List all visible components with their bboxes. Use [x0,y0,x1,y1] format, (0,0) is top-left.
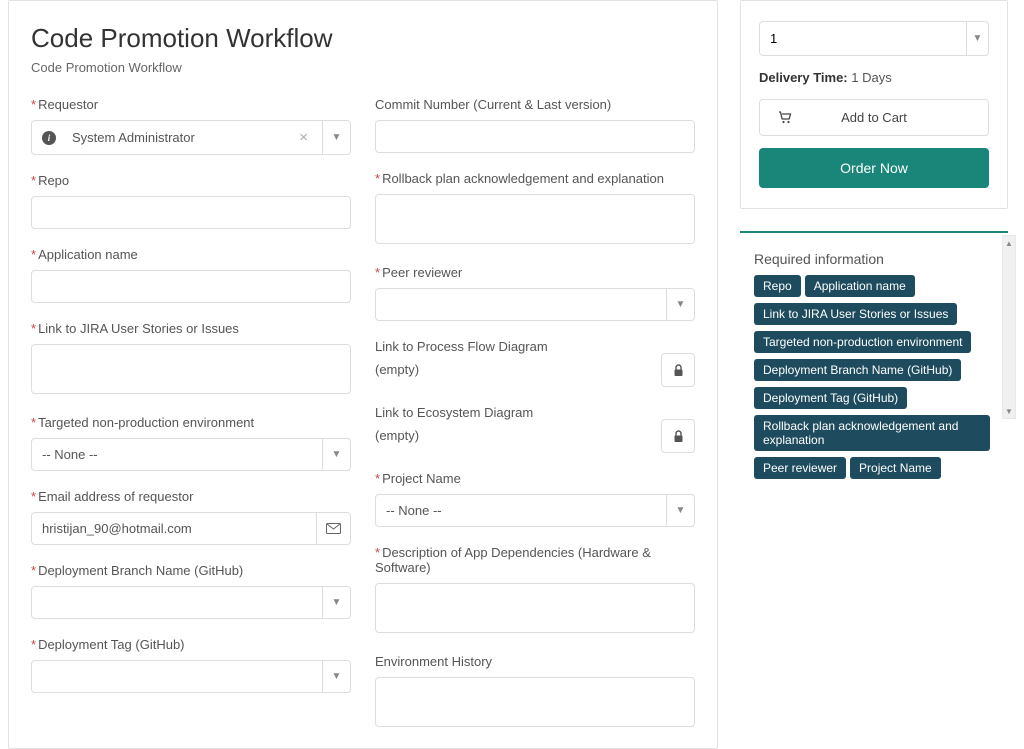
lock-icon [673,364,684,377]
requestor-clear-icon[interactable]: × [295,129,312,146]
page-subtitle: Code Promotion Workflow [31,60,695,75]
tag-select[interactable] [31,660,351,693]
add-to-cart-button[interactable]: Add to Cart [759,99,989,136]
dependencies-label: *Description of App Dependencies (Hardwa… [375,545,695,575]
email-icon [317,512,351,545]
env-history-input[interactable] [375,677,695,727]
scrollbar[interactable]: ▲ ▼ [1002,235,1016,419]
required-tag[interactable]: Project Name [850,457,941,479]
required-tag[interactable]: Rollback plan acknowledgement and explan… [754,415,990,451]
required-tag[interactable]: Application name [805,275,915,297]
jira-link-input[interactable] [31,344,351,394]
rollback-input[interactable] [375,194,695,244]
cart-icon [778,111,793,124]
project-select[interactable] [375,494,695,527]
rollback-label: *Rollback plan acknowledgement and expla… [375,171,695,186]
tag-label: *Deployment Tag (GitHub) [31,637,351,652]
target-env-select[interactable] [31,438,351,471]
required-tag[interactable]: Repo [754,275,801,297]
required-info-panel: Required information RepoApplication nam… [740,231,1008,421]
peer-label: *Peer reviewer [375,265,695,280]
cart-panel: ▼ Delivery Time: 1 Days Add to Cart Orde… [740,0,1008,209]
ecosystem-lock-button[interactable] [661,419,695,453]
process-flow-label: Link to Process Flow Diagram [375,339,661,354]
application-name-input[interactable] [31,270,351,303]
project-label: *Project Name [375,471,695,486]
target-env-label: *Targeted non-production environment [31,415,351,430]
scroll-up-icon[interactable]: ▲ [1003,236,1015,250]
commit-label: Commit Number (Current & Last version) [375,97,695,112]
ecosystem-value: (empty) [375,428,661,443]
lock-icon [673,430,684,443]
scroll-down-icon[interactable]: ▼ [1003,404,1015,418]
application-name-label: *Application name [31,247,351,262]
required-info-title: Required information [754,251,994,267]
required-tag[interactable]: Peer reviewer [754,457,846,479]
dependencies-input[interactable] [375,583,695,633]
info-icon: i [42,131,56,145]
peer-select[interactable] [375,288,695,321]
quantity-input[interactable] [759,21,989,56]
branch-select[interactable] [31,586,351,619]
delivery-time: Delivery Time: 1 Days [759,70,989,85]
ecosystem-label: Link to Ecosystem Diagram [375,405,661,420]
required-tag[interactable]: Deployment Tag (GitHub) [754,387,907,409]
requestor-label: *Requestor [31,97,351,112]
repo-input[interactable] [31,196,351,229]
repo-label: *Repo [31,173,351,188]
process-flow-lock-button[interactable] [661,353,695,387]
env-history-label: Environment History [375,654,695,669]
main-form-panel: Code Promotion Workflow Code Promotion W… [8,0,718,749]
required-tag[interactable]: Deployment Branch Name (GitHub) [754,359,961,381]
page-title: Code Promotion Workflow [31,23,695,54]
order-now-button[interactable]: Order Now [759,148,989,188]
branch-label: *Deployment Branch Name (GitHub) [31,563,351,578]
requestor-combobox[interactable]: i System Administrator × [31,120,323,155]
process-flow-value: (empty) [375,362,661,377]
requestor-dropdown-toggle[interactable]: ▼ [323,120,351,155]
email-label: *Email address of requestor [31,489,351,504]
email-input[interactable] [31,512,317,545]
commit-input[interactable] [375,120,695,153]
required-tag[interactable]: Link to JIRA User Stories or Issues [754,303,957,325]
required-tag[interactable]: Targeted non-production environment [754,331,971,353]
jira-link-label: *Link to JIRA User Stories or Issues [31,321,351,336]
